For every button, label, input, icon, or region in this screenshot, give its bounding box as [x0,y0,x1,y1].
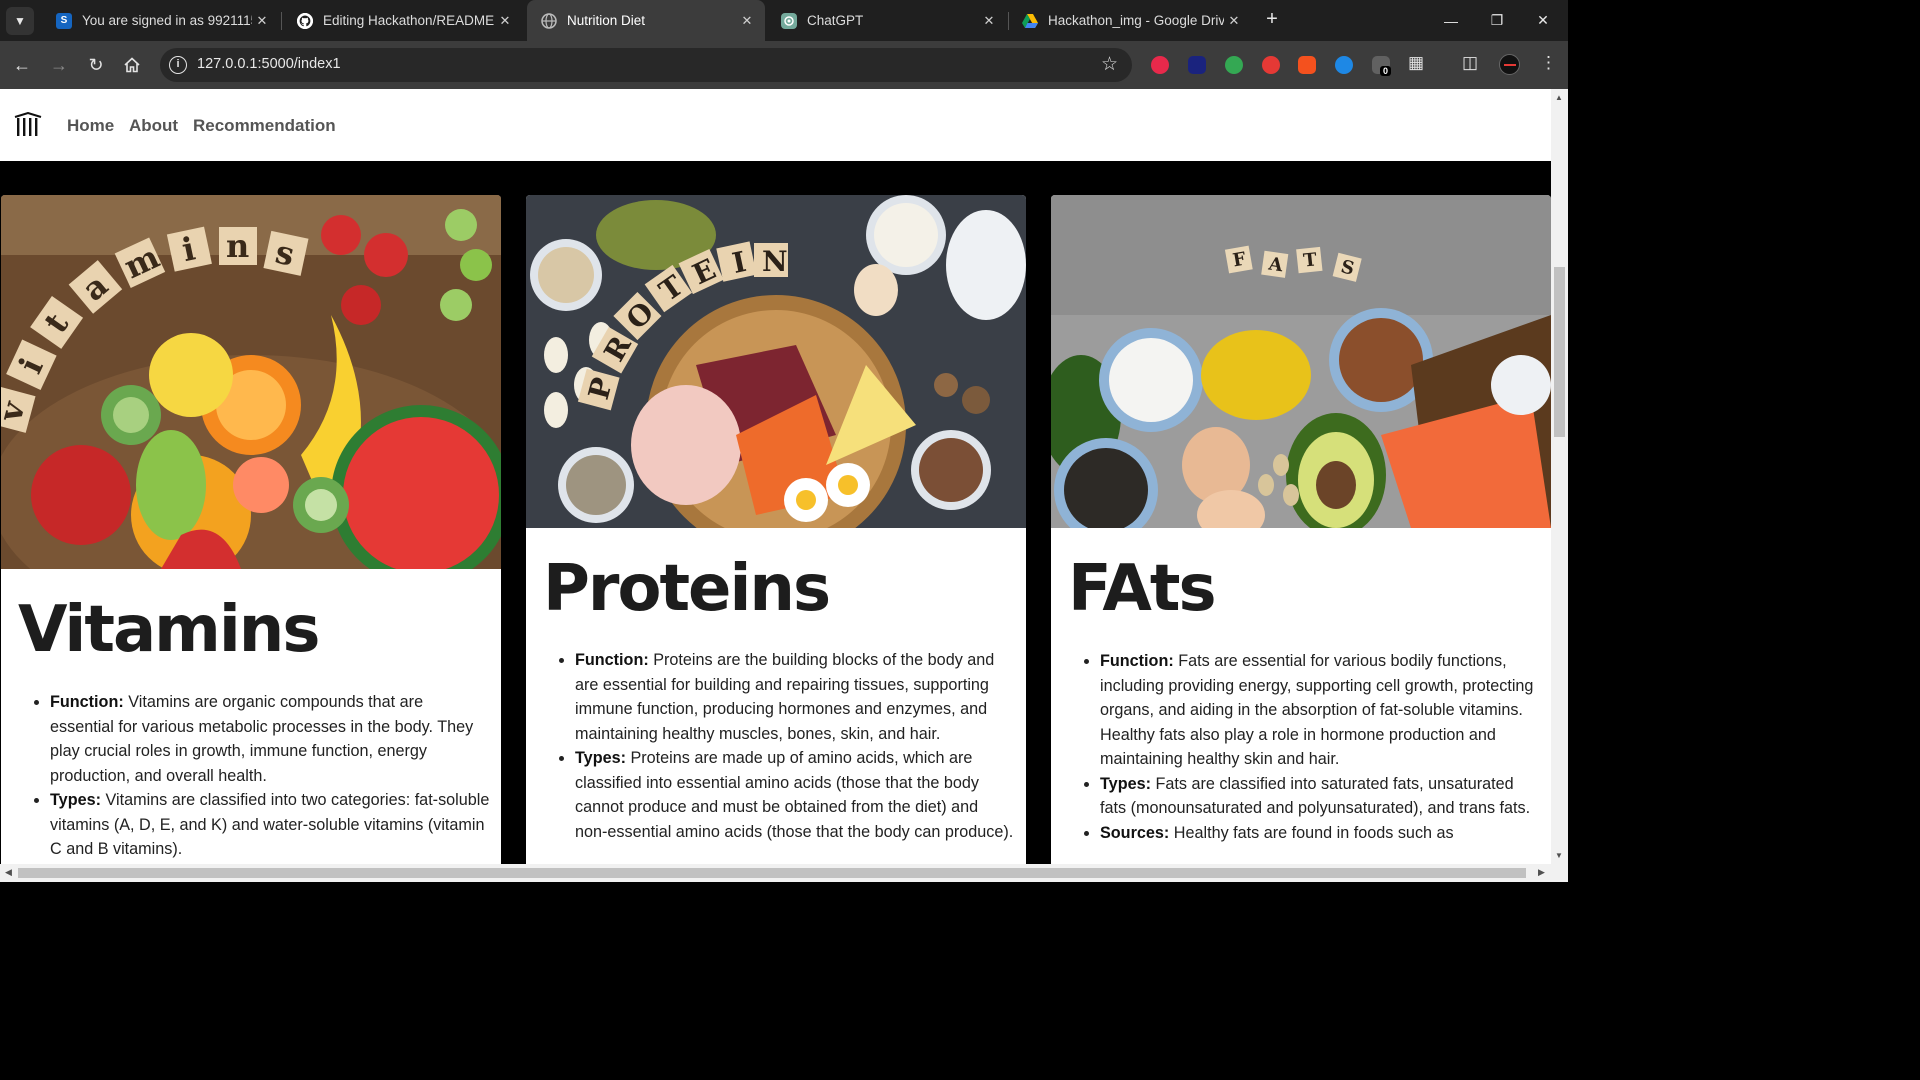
profile-avatar[interactable] [1499,54,1520,75]
tab-title: You are signed in as 99211150766 [82,13,252,28]
card-title: FAts [1068,552,1217,626]
forward-arrow-icon[interactable]: → [47,53,71,77]
tab-title: Hackathon_img - Google Drive [1048,13,1224,28]
extension-blue-icon[interactable] [1188,56,1206,74]
svg-text:n: n [226,227,249,265]
extension-record-icon[interactable] [1262,56,1280,74]
item-text: Fats are classified into saturated fats,… [1100,774,1531,818]
tab-close-icon[interactable]: ✕ [252,13,272,29]
browser-menu-icon[interactable]: ⋮ [1540,53,1557,73]
page-viewport: Home About Recommendation v i t a m i n … [0,89,1551,864]
new-tab-button[interactable]: + [1260,8,1284,32]
chatgpt-icon [781,12,797,29]
item-label: Types: [1100,774,1151,793]
card-title: Proteins [543,552,831,626]
tab-title: Nutrition Diet [567,13,646,28]
extensions-puzzle-icon[interactable]: ▦ [1408,53,1424,73]
list-item: Types: Vitamins are classified into two … [50,788,490,862]
browser-tab-signin[interactable]: S You are signed in as 99211150766 ✕ [42,0,280,41]
back-arrow-icon[interactable]: ← [10,53,34,77]
site-info-icon[interactable]: i [169,56,187,74]
item-text: Proteins are made up of amino acids, whi… [575,749,1014,841]
site-navbar: Home About Recommendation [0,89,1551,161]
restore-window-button[interactable]: ❐ [1474,0,1520,41]
fats-info-list: Function: Fats are essential for various… [1100,649,1540,845]
browser-tab-google-drive[interactable]: Hackathon_img - Google Drive ✕ [1008,0,1252,41]
vertical-scroll-thumb[interactable] [1554,267,1565,437]
home-icon[interactable] [120,53,144,77]
tab-title: ChatGPT [807,13,864,28]
url-text[interactable]: 127.0.0.1:5000/index1 [197,56,341,72]
nav-link-about[interactable]: About [129,116,178,136]
vitamins-image: v i t a m i n s [1,195,501,569]
item-label: Function: [50,693,124,711]
proteins-card: P R O T E I N Proteins Function: Protein… [526,195,1026,864]
github-icon [297,12,313,29]
item-label: Types: [50,791,101,809]
extension-badge: 0 [1380,66,1392,76]
list-item: Sources: Healthy fats are found in foods… [1100,821,1540,846]
tab-close-icon[interactable]: ✕ [979,13,999,29]
item-label: Function: [1100,652,1174,670]
extension-green-icon[interactable] [1225,56,1243,74]
browser-toolbar: ← → ↻ i 127.0.0.1:5000/index1 ☆ ▦ ◫ ⋮ [0,41,1568,89]
fats-image: F A T S [1051,195,1551,528]
svg-text:N: N [762,245,788,278]
browser-tab-github[interactable]: Editing Hackathon/README.md ✕ [283,0,523,41]
site-logo-icon[interactable] [14,111,42,143]
tab-close-icon[interactable]: ✕ [1224,13,1244,29]
scroll-right-arrow-icon[interactable]: ▶ [1538,867,1545,878]
fats-card: F A T S FAts Function: Fats are essentia… [1051,195,1551,864]
browser-tab-chatgpt[interactable]: ChatGPT ✕ [767,0,1007,41]
list-item: Function: Proteins are the building bloc… [575,648,1015,746]
item-text: Healthy fats are found in foods such as [1169,823,1454,842]
tab-search-chevron-icon[interactable]: ▼ [6,7,34,35]
horizontal-scroll-thumb[interactable] [18,868,1526,878]
browser-tab-strip: ▼ S You are signed in as 99211150766 ✕ E… [0,0,1568,41]
scroll-up-arrow-icon[interactable]: ▲ [1555,93,1563,102]
extension-orange-icon[interactable] [1298,56,1316,74]
close-window-button[interactable]: ✕ [1520,0,1566,41]
vertical-scrollbar[interactable]: ▲ ▼ [1551,89,1568,864]
vitamins-info-list: Function: Vitamins are organic compounds… [50,690,490,862]
browser-tab-nutrition-diet[interactable]: Nutrition Diet ✕ [527,0,765,41]
vitamins-card: v i t a m i n s Vitamins Function: Vitam… [1,195,501,864]
item-text: Vitamins are classified into two categor… [50,791,490,858]
bookmark-star-icon[interactable]: ☆ [1101,53,1118,76]
reload-icon[interactable]: ↻ [84,53,108,77]
minimize-window-button[interactable]: — [1428,0,1474,41]
tab-close-icon[interactable]: ✕ [495,13,515,29]
list-item: Types: Proteins are made up of amino aci… [575,746,1015,844]
google-drive-icon [1022,13,1038,29]
extension-red-icon[interactable] [1151,56,1169,74]
item-label: Types: [575,749,626,767]
globe-favicon-icon [541,12,557,29]
sigma-favicon-icon: S [56,12,72,29]
nav-link-home[interactable]: Home [67,116,114,136]
list-item: Function: Fats are essential for various… [1100,649,1540,772]
tab-title: Editing Hackathon/README.md [323,13,495,28]
extension-cyan-icon[interactable] [1335,56,1353,74]
card-title: Vitamins [18,593,320,667]
horizontal-scrollbar[interactable]: ◀ ▶ [0,864,1568,882]
proteins-info-list: Function: Proteins are the building bloc… [575,648,1015,844]
tab-close-icon[interactable]: ✕ [737,13,757,29]
item-label: Sources: [1100,823,1170,842]
scroll-down-arrow-icon[interactable]: ▼ [1555,851,1563,860]
address-bar[interactable]: i 127.0.0.1:5000/index1 ☆ [160,48,1132,82]
item-label: Function: [575,651,649,669]
list-item: Types: Fats are classified into saturate… [1100,772,1540,821]
list-item: Function: Vitamins are organic compounds… [50,690,490,788]
scroll-left-arrow-icon[interactable]: ◀ [5,867,12,878]
side-panel-icon[interactable]: ◫ [1462,53,1478,73]
nav-link-recommendation[interactable]: Recommendation [193,116,336,136]
proteins-image: P R O T E I N [526,195,1026,528]
